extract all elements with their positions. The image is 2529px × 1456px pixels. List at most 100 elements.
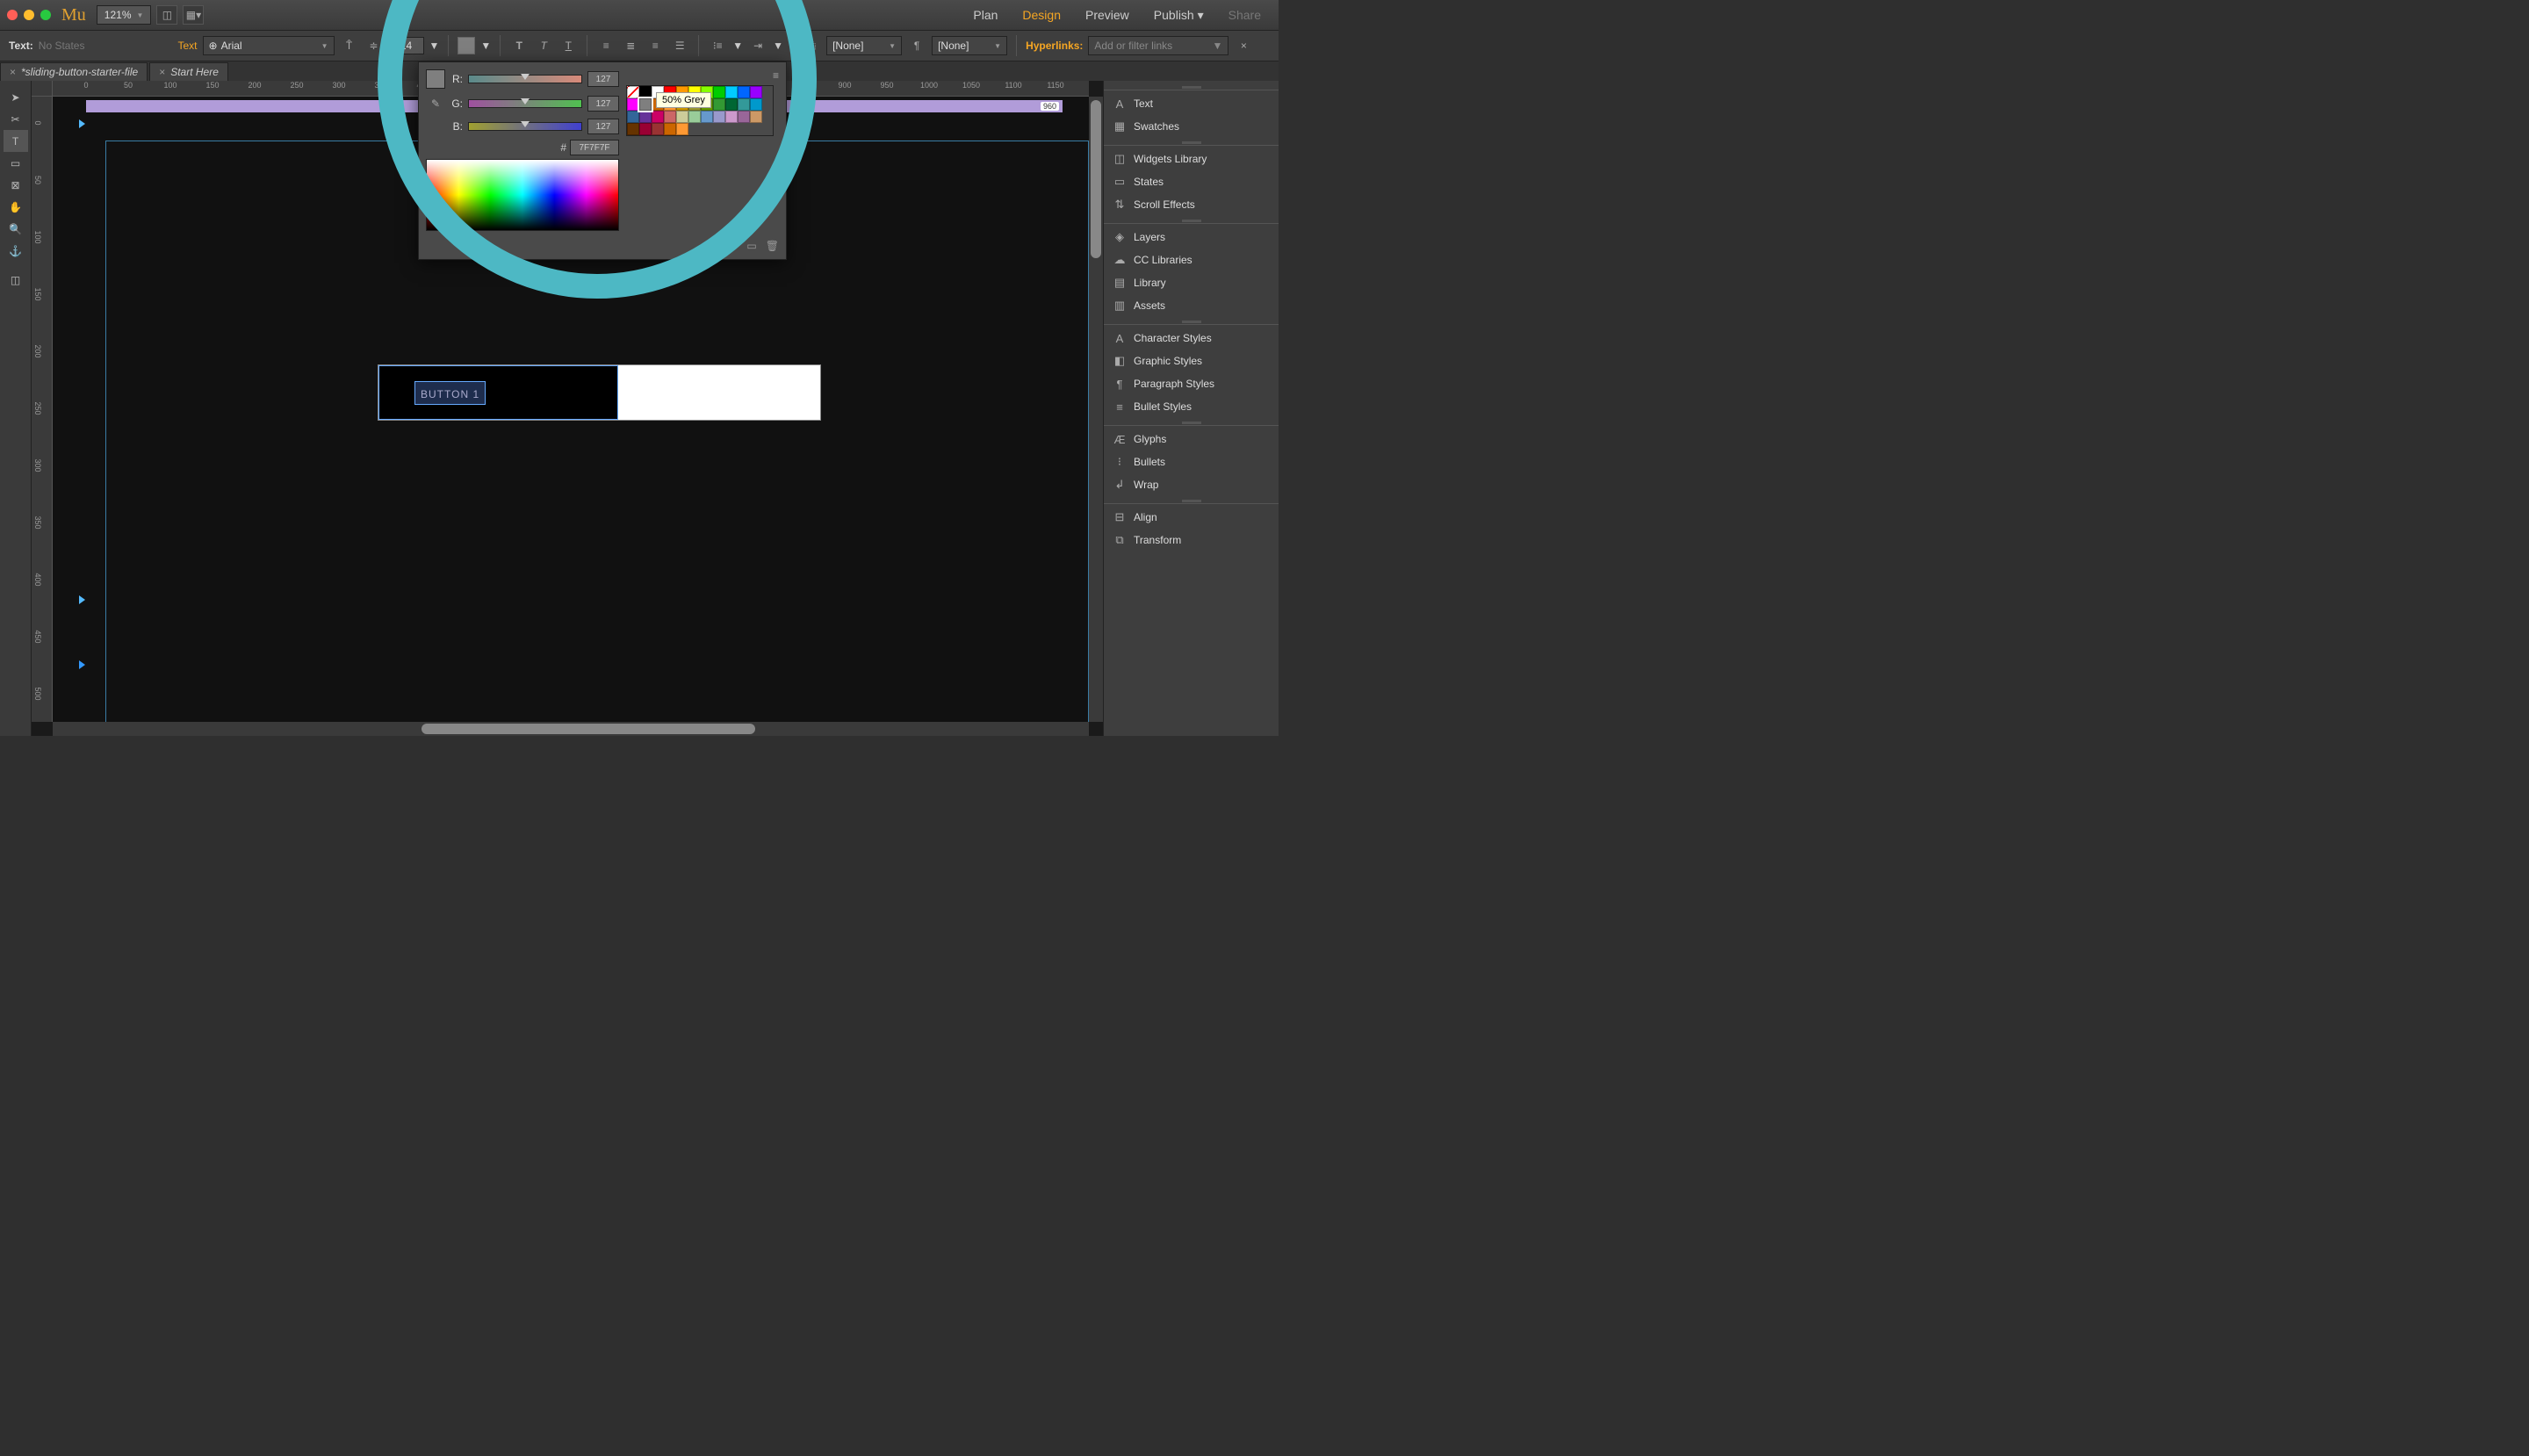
panel-item-character-styles[interactable]: ACharacter Styles	[1104, 327, 1279, 350]
font-size-input[interactable]: 14	[389, 37, 424, 54]
text-color-swatch[interactable]	[458, 37, 475, 54]
minimize-window-icon[interactable]	[24, 10, 34, 20]
widget-container[interactable]: BUTTON 1	[378, 364, 821, 421]
blue-slider[interactable]	[468, 122, 582, 131]
states-indicator[interactable]: No States	[39, 40, 85, 52]
panel-item-graphic-styles[interactable]: ◧Graphic Styles	[1104, 350, 1279, 372]
new-swatch-icon[interactable]: ▭	[746, 240, 756, 252]
hyperlink-input[interactable]: Add or filter links▼	[1088, 36, 1228, 55]
text-frame[interactable]: BUTTON 1	[414, 381, 486, 405]
panel-item-bullets[interactable]: ⁝Bullets	[1104, 450, 1279, 473]
panel-item-align[interactable]: ⊟Align	[1104, 506, 1279, 529]
zoom-tool-icon[interactable]: 🔍	[4, 218, 28, 240]
slider-handle-icon[interactable]	[521, 121, 530, 127]
swatch[interactable]	[639, 98, 652, 111]
char-style-combo[interactable]: [None]▼	[826, 36, 902, 55]
panel-item-states[interactable]: ▭States	[1104, 170, 1279, 193]
hex-input[interactable]: 7F7F7F	[570, 140, 619, 155]
scroll-thumb[interactable]	[422, 724, 755, 734]
panel-item-wrap[interactable]: ↲Wrap	[1104, 473, 1279, 496]
para-style-combo[interactable]: [None]▼	[932, 36, 1007, 55]
swatch[interactable]	[713, 86, 725, 98]
italic-icon[interactable]: T	[534, 36, 553, 55]
eyedropper-icon[interactable]: ✎	[426, 94, 445, 113]
text-link[interactable]: Text	[177, 40, 197, 52]
clear-link-icon[interactable]: ×	[1234, 36, 1253, 55]
nav-design[interactable]: Design	[1022, 8, 1061, 23]
swatch[interactable]	[725, 111, 738, 123]
underline-icon[interactable]: T	[558, 36, 578, 55]
align-justify-icon[interactable]: ☰	[670, 36, 689, 55]
swatch[interactable]	[627, 86, 639, 98]
widget-state-2[interactable]	[618, 365, 821, 420]
panel-item-paragraph-styles[interactable]: ¶Paragraph Styles	[1104, 372, 1279, 395]
panel-item-widgets-library[interactable]: ◫Widgets Library	[1104, 148, 1279, 170]
swatch[interactable]	[750, 86, 762, 98]
current-color-swatch[interactable]	[426, 69, 445, 89]
bullets-icon[interactable]: ⁝≡	[708, 36, 727, 55]
green-value[interactable]: 127	[587, 96, 619, 112]
frame-tool-icon[interactable]: ⊠	[4, 174, 28, 196]
swatch[interactable]	[652, 111, 664, 123]
widget-state-1[interactable]: BUTTON 1	[378, 365, 618, 420]
close-tab-icon[interactable]: ×	[10, 66, 16, 78]
swatch[interactable]	[676, 123, 688, 135]
crop-tool-icon[interactable]: ✂	[4, 108, 28, 130]
swatch[interactable]	[688, 111, 701, 123]
panel-item-cc-libraries[interactable]: ☁CC Libraries	[1104, 249, 1279, 271]
swatch[interactable]	[713, 98, 725, 111]
swatch[interactable]	[639, 86, 652, 98]
swatch[interactable]	[639, 123, 652, 135]
delete-swatch-icon[interactable]: 🗑	[766, 240, 779, 252]
hand-tool-icon[interactable]: ✋	[4, 196, 28, 218]
swatch[interactable]	[627, 123, 639, 135]
swatch[interactable]	[750, 111, 762, 123]
indent-icon[interactable]: ⇥	[748, 36, 767, 55]
panel-item-assets[interactable]: ▥Assets	[1104, 294, 1279, 317]
color-spectrum[interactable]	[426, 159, 619, 231]
rectangle-tool-icon[interactable]: ▭	[4, 152, 28, 174]
red-slider[interactable]	[468, 75, 582, 83]
close-window-icon[interactable]	[7, 10, 18, 20]
panel-item-bullet-styles[interactable]: ≡Bullet Styles	[1104, 395, 1279, 418]
slider-handle-icon[interactable]	[521, 98, 530, 105]
panel-item-scroll-effects[interactable]: ⇅Scroll Effects	[1104, 193, 1279, 216]
nav-plan[interactable]: Plan	[973, 8, 998, 23]
view-options-icon[interactable]: ▦▾	[183, 5, 204, 25]
guide-marker-icon[interactable]	[79, 595, 85, 604]
horizontal-scrollbar[interactable]	[53, 722, 1089, 736]
chevron-down-icon[interactable]: ▼	[429, 40, 440, 52]
nav-publish[interactable]: Publish ▾	[1154, 8, 1204, 23]
anchor-tool-icon[interactable]: ⚓	[4, 240, 28, 262]
para-style-icon[interactable]: ¶	[907, 36, 926, 55]
swatch[interactable]	[701, 111, 713, 123]
swatch[interactable]	[738, 98, 750, 111]
vertical-scrollbar[interactable]	[1089, 97, 1103, 722]
swatch[interactable]	[713, 111, 725, 123]
panel-item-swatches[interactable]: ▦Swatches	[1104, 115, 1279, 138]
bold-icon[interactable]: T	[509, 36, 529, 55]
link-icon[interactable]: ⎘	[802, 36, 821, 55]
swatch-options-icon[interactable]: ≡	[773, 69, 779, 82]
scroll-thumb[interactable]	[1091, 100, 1101, 258]
chevron-down-icon[interactable]: ▼	[773, 40, 783, 52]
panel-item-transform[interactable]: ⧉Transform	[1104, 529, 1279, 551]
swatch[interactable]	[676, 111, 688, 123]
chevron-down-icon[interactable]: ▼	[480, 40, 491, 52]
swatch[interactable]	[664, 123, 676, 135]
swatch[interactable]	[725, 86, 738, 98]
vertical-ruler[interactable]: 050100150200250300350400450500	[32, 97, 53, 722]
swatch[interactable]	[725, 98, 738, 111]
slider-handle-icon[interactable]	[521, 74, 530, 80]
selection-tool-icon[interactable]: ➤	[4, 86, 28, 108]
text-tool-icon[interactable]: T	[4, 130, 28, 152]
swatch[interactable]	[627, 111, 639, 123]
swatch[interactable]	[738, 86, 750, 98]
close-tab-icon[interactable]: ×	[159, 66, 165, 78]
fill-stroke-icon[interactable]: ◫	[4, 269, 28, 291]
layout-icon[interactable]: ◫	[156, 5, 177, 25]
swatch[interactable]	[664, 111, 676, 123]
stepper-icon[interactable]: ≑	[364, 36, 384, 55]
panel-item-glyphs[interactable]: ÆGlyphs	[1104, 428, 1279, 450]
blue-value[interactable]: 127	[587, 119, 619, 134]
